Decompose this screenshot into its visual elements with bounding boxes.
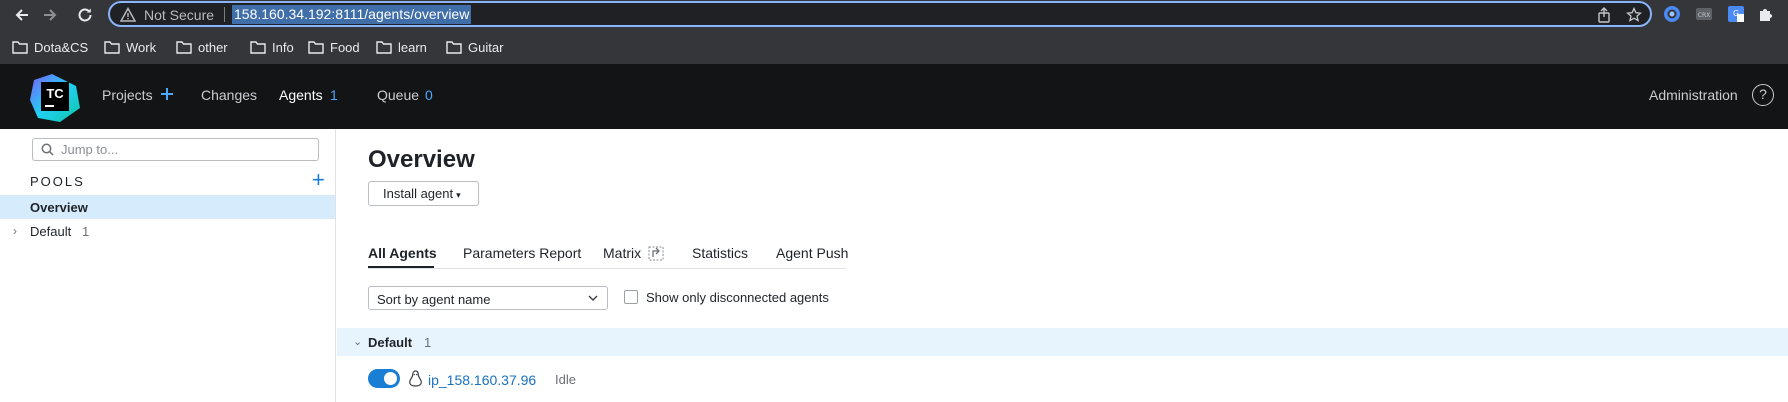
nav-queue[interactable]: Queue <box>377 87 419 103</box>
bookmarks-bar: Dota&CS Work other Info Food learn Guita… <box>0 32 1788 62</box>
crx-extension-icon[interactable]: CRX <box>1695 5 1713 23</box>
nav-agents[interactable]: Agents <box>279 87 323 103</box>
bookmark-label: other <box>198 39 228 55</box>
help-icon[interactable]: ? <box>1752 84 1774 106</box>
queue-count-badge: 0 <box>425 87 433 103</box>
sidebar-item-overview[interactable]: Overview <box>0 195 335 219</box>
jump-to-search[interactable] <box>32 138 319 161</box>
tab-matrix[interactable]: Matrix <box>603 245 641 261</box>
nav-changes[interactable]: Changes <box>201 87 257 103</box>
pool-group-count: 1 <box>424 335 432 350</box>
bookmark-folder[interactable]: Guitar <box>446 37 503 57</box>
chevron-right-icon[interactable]: › <box>13 224 17 238</box>
agent-name-link[interactable]: ip_158.160.37.96 <box>428 372 536 388</box>
warning-icon <box>120 7 136 22</box>
bookmark-label: learn <box>398 39 427 55</box>
svg-text:CRX: CRX <box>1698 12 1710 19</box>
sort-agents-select[interactable]: Sort by agent name <box>368 286 608 310</box>
bookmark-folder[interactable]: learn <box>376 37 427 57</box>
arrow-left-icon <box>15 9 28 21</box>
pool-group-header[interactable]: ⌄ Default 1 <box>337 328 1788 356</box>
sidebar-item-default[interactable]: › Default 1 <box>0 219 335 243</box>
bookmark-folder[interactable]: Dota&CS <box>12 37 88 57</box>
folder-icon <box>12 41 28 54</box>
show-disconnected-checkbox[interactable] <box>624 290 638 304</box>
security-label[interactable]: Not Secure <box>144 7 214 23</box>
pool-group-name: Default <box>368 335 413 350</box>
share-icon[interactable] <box>1596 7 1612 23</box>
google-translate-icon[interactable]: G <box>1727 5 1745 23</box>
add-project-icon[interactable] <box>160 87 174 101</box>
omnibox-divider <box>224 7 225 22</box>
nav-projects[interactable]: Projects <box>102 87 153 103</box>
toggle-knob <box>384 372 397 385</box>
bookmark-folder[interactable]: other <box>176 37 228 57</box>
address-bar[interactable]: Not Secure 158.160.34.192:8111/agents/ov… <box>108 1 1652 27</box>
bookmark-star-icon[interactable] <box>1626 7 1642 23</box>
puzzle-extensions-icon[interactable] <box>1757 5 1775 23</box>
folder-icon <box>104 41 120 54</box>
show-disconnected-label[interactable]: Show only disconnected agents <box>646 290 829 305</box>
pools-sidebar: POOLS + Overview › Default 1 <box>0 129 336 402</box>
folder-icon <box>446 41 462 54</box>
forward-button[interactable] <box>38 3 62 27</box>
sidebar-item-label: Default <box>30 224 72 239</box>
reload-button[interactable] <box>73 3 97 27</box>
bookmark-folder[interactable]: Work <box>104 37 156 57</box>
url-text[interactable]: 158.160.34.192:8111/agents/overview <box>232 5 472 24</box>
bookmark-label: Dota&CS <box>34 39 89 55</box>
pools-heading: POOLS <box>30 174 85 189</box>
chevron-down-icon[interactable]: ⌄ <box>353 335 362 348</box>
reload-icon <box>78 8 92 22</box>
folder-icon <box>376 41 392 54</box>
sort-select-value: Sort by agent name <box>377 292 491 307</box>
search-icon <box>41 143 54 156</box>
bookmark-label: Info <box>272 39 294 55</box>
pool-agent-count: 1 <box>82 224 90 239</box>
nav-administration[interactable]: Administration <box>1649 87 1738 103</box>
bookmark-label: Guitar <box>468 39 504 55</box>
bookmark-folder[interactable]: Food <box>308 37 360 57</box>
page-title: Overview <box>368 146 475 173</box>
agents-count-badge: 1 <box>330 87 338 103</box>
linux-icon <box>409 370 422 387</box>
chrome-remote-icon[interactable] <box>1663 5 1681 23</box>
jump-to-input[interactable] <box>61 140 311 159</box>
agent-status: Idle <box>555 372 576 387</box>
bookmark-folder[interactable]: Info <box>250 37 294 57</box>
agent-enabled-toggle[interactable] <box>368 369 400 388</box>
browser-chrome: Not Secure 158.160.34.192:8111/agents/ov… <box>0 0 1788 64</box>
tab-parameters-report[interactable]: Parameters Report <box>463 245 581 261</box>
install-agent-label: Install agent <box>383 186 454 201</box>
add-pool-button[interactable]: + <box>312 169 325 191</box>
folder-icon <box>176 41 192 54</box>
install-agent-button[interactable]: Install agent ▾ <box>368 181 479 206</box>
tab-agent-push[interactable]: Agent Push <box>776 245 848 261</box>
app-header: TC Projects Changes Agents 1 Queue 0 Adm… <box>0 64 1788 129</box>
chevron-down-icon: ▾ <box>456 190 461 200</box>
external-matrix-icon[interactable] <box>647 245 665 262</box>
tab-all-agents[interactable]: All Agents <box>368 245 437 261</box>
folder-icon <box>308 41 324 54</box>
arrow-right-icon <box>44 9 57 21</box>
bookmark-label: Food <box>330 39 360 55</box>
bookmark-label: Work <box>126 39 157 55</box>
tab-statistics[interactable]: Statistics <box>692 245 748 261</box>
sidebar-item-label: Overview <box>30 200 88 215</box>
chevron-down-icon <box>588 295 598 301</box>
teamcity-logo[interactable]: TC <box>30 74 80 122</box>
folder-icon <box>250 41 266 54</box>
tabs-divider <box>368 268 846 269</box>
back-button[interactable] <box>10 3 34 27</box>
logo-text: TC <box>46 86 64 101</box>
